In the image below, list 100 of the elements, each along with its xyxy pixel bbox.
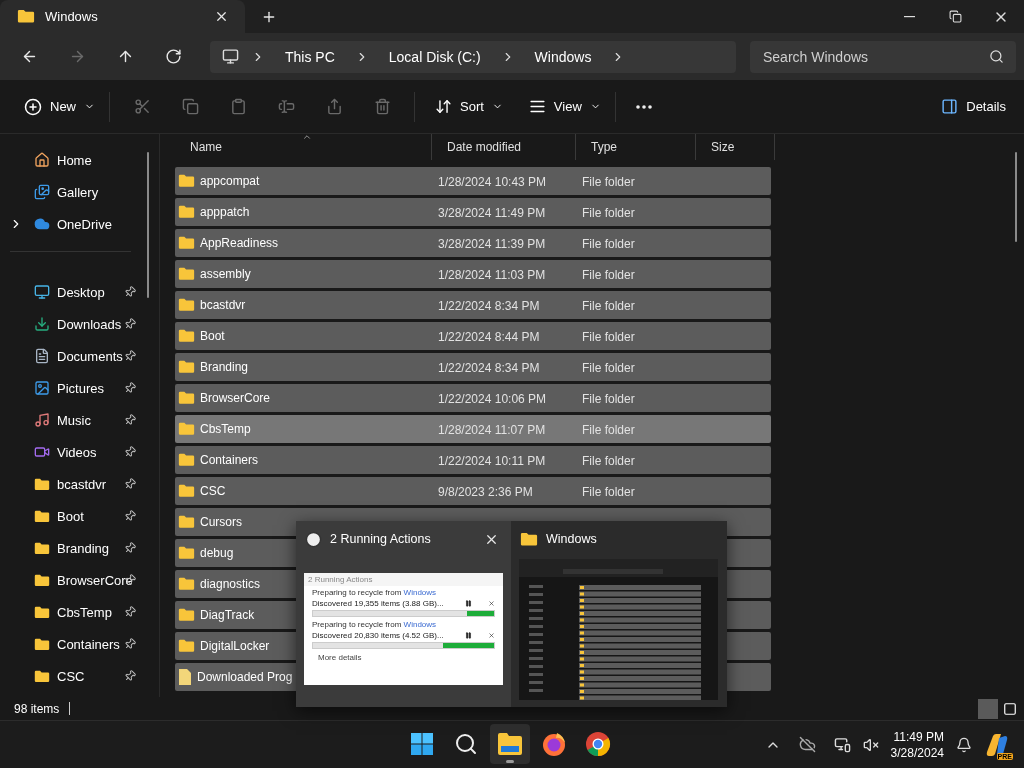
type-cell: File folder <box>582 392 635 406</box>
network-icon[interactable] <box>833 736 851 753</box>
preview-card[interactable]: 2 Running Actions 2 Running Actions Preparing to recycle from Windows Discovered 19,355 items (3.88 GB)... Preparing to recycle from Windows Discovered 20,830 items (4.52 GB)... More details <box>296 521 511 707</box>
sidebar-item[interactable]: CbsTemp <box>0 596 159 628</box>
sidebar-item[interactable]: Gallery <box>0 176 159 208</box>
file-name: CSC <box>200 484 226 498</box>
address-bar[interactable]: This PC Local Disk (C:) Windows <box>210 40 736 73</box>
pause-icon[interactable] <box>465 600 472 607</box>
link[interactable]: Windows <box>403 588 437 597</box>
app-icon[interactable] <box>984 731 1010 758</box>
column-header[interactable]: Date modified <box>432 134 576 160</box>
file-row[interactable]: appcompat 1/28/2024 10:43 PM File folder <box>175 167 771 195</box>
sidebar-item[interactable]: Containers <box>0 628 159 660</box>
folder-icon <box>178 608 195 622</box>
minimize-icon <box>903 15 915 18</box>
computer-icon <box>222 48 239 65</box>
folder-icon <box>178 484 195 498</box>
breadcrumb[interactable]: Windows <box>534 48 592 65</box>
restore-icon <box>948 10 962 23</box>
download-icon <box>34 316 50 332</box>
file-row[interactable]: apppatch 3/28/2024 11:49 PM File folder <box>175 198 771 226</box>
folder-icon <box>34 637 50 651</box>
file-row[interactable]: assembly 1/28/2024 11:03 PM File folder <box>175 260 771 288</box>
search-field[interactable]: Search Windows <box>750 40 1016 73</box>
task-label: Preparing to recycle from Windows <box>312 620 437 629</box>
file-row[interactable]: AppReadiness 3/28/2024 11:39 PM File folder <box>175 229 771 257</box>
cancel-icon[interactable] <box>488 600 495 607</box>
date-cell: 9/8/2023 2:36 PM <box>438 485 533 499</box>
gallery-icon <box>34 184 50 200</box>
new-button[interactable]: New <box>18 91 101 122</box>
file-row[interactable]: BrowserCore 1/22/2024 10:06 PM File folder <box>175 384 771 412</box>
date-cell: 3/28/2024 11:39 PM <box>438 237 546 251</box>
pause-icon[interactable] <box>465 632 472 639</box>
cancel-icon[interactable] <box>488 632 495 639</box>
music-icon <box>34 412 50 428</box>
file-row[interactable]: CSC 9/8/2023 2:36 PM File folder <box>175 477 771 505</box>
details-button[interactable]: Details <box>935 92 1012 121</box>
clock[interactable]: 11:49 PM 3/28/2024 <box>890 728 944 761</box>
file-name: Branding <box>200 360 249 374</box>
more-icon <box>635 104 652 109</box>
sort-button[interactable]: Sort <box>429 92 509 121</box>
sidebar-item[interactable]: Pictures <box>0 372 159 404</box>
dialog-title: 2 Running Actions <box>304 573 503 586</box>
mute-icon[interactable] <box>862 736 879 753</box>
refresh-icon <box>164 48 182 65</box>
active-indicator <box>506 760 514 763</box>
file-row[interactable]: CbsTemp 1/28/2024 11:07 PM File folder <box>175 415 771 443</box>
folder-icon <box>178 577 195 591</box>
folder-icon <box>34 477 50 491</box>
cloud-off-icon[interactable] <box>798 736 816 753</box>
task-label: Preparing to recycle from Windows <box>312 588 437 597</box>
folder-icon <box>178 546 195 560</box>
sidebar-item[interactable]: Music <box>0 404 159 436</box>
browser-icon <box>541 731 567 757</box>
sidebar-item[interactable]: Boot <box>0 500 159 532</box>
file-name: debug <box>200 546 234 560</box>
link[interactable]: Windows <box>403 620 437 629</box>
notification-icon[interactable] <box>956 736 972 753</box>
desktop-icon <box>34 284 50 300</box>
file-name: DiagTrack <box>200 608 255 622</box>
preview-card[interactable]: Windows <box>511 521 726 707</box>
date-cell: 1/28/2024 11:03 PM <box>438 268 546 282</box>
task-status: Discovered 20,830 items (4.52 GB)... <box>312 631 445 640</box>
file-name: AppReadiness <box>200 236 279 250</box>
sidebar-item[interactable]: Downloads <box>0 308 159 340</box>
file-row[interactable]: bcastdvr 1/22/2024 8:34 PM File folder <box>175 291 771 319</box>
column-header[interactable]: Size <box>696 134 775 160</box>
trash-icon <box>373 98 391 115</box>
type-cell: File folder <box>582 423 635 437</box>
view-button[interactable]: View <box>522 92 607 121</box>
sidebar-item[interactable]: Branding <box>0 532 159 564</box>
breadcrumb[interactable]: This PC <box>285 48 335 65</box>
sidebar-item[interactable]: BrowserCore <box>0 564 159 596</box>
video-icon <box>34 444 50 460</box>
sidebar-item[interactable]: CSC <box>0 660 159 692</box>
file-name: DigitalLocker <box>200 639 270 653</box>
windows-logo-icon <box>410 732 434 756</box>
sidebar-item[interactable]: OneDrive <box>0 208 159 240</box>
folder-icon <box>178 360 195 374</box>
folder-icon <box>178 422 195 436</box>
taskbar-button[interactable] <box>490 724 530 764</box>
sidebar-item[interactable]: bcastdvr <box>0 468 159 500</box>
folder-icon <box>34 669 50 683</box>
file-row[interactable]: Branding 1/22/2024 8:34 PM File folder <box>175 353 771 381</box>
sidebar-item[interactable]: Desktop <box>0 276 159 308</box>
sidebar-item[interactable]: Documents <box>0 340 159 372</box>
breadcrumb[interactable]: Local Disk (C:) <box>388 48 481 65</box>
type-cell: File folder <box>582 361 635 375</box>
column-header[interactable]: Name <box>175 134 432 160</box>
more-details-link[interactable]: More details <box>304 650 376 665</box>
folder-icon <box>178 205 195 219</box>
lines-icon <box>528 98 546 115</box>
file-row[interactable]: Containers 1/22/2024 10:11 PM File folder <box>175 446 771 474</box>
file-name: bcastdvr <box>200 298 246 312</box>
file-row[interactable]: Boot 1/22/2024 8:44 PM File folder <box>175 322 771 350</box>
folder-icon <box>178 515 195 529</box>
date-cell: 1/22/2024 10:06 PM <box>438 392 547 406</box>
sidebar-item[interactable]: Videos <box>0 436 159 468</box>
column-header[interactable]: Type <box>576 134 696 160</box>
sidebar-item[interactable]: Home <box>0 144 159 176</box>
